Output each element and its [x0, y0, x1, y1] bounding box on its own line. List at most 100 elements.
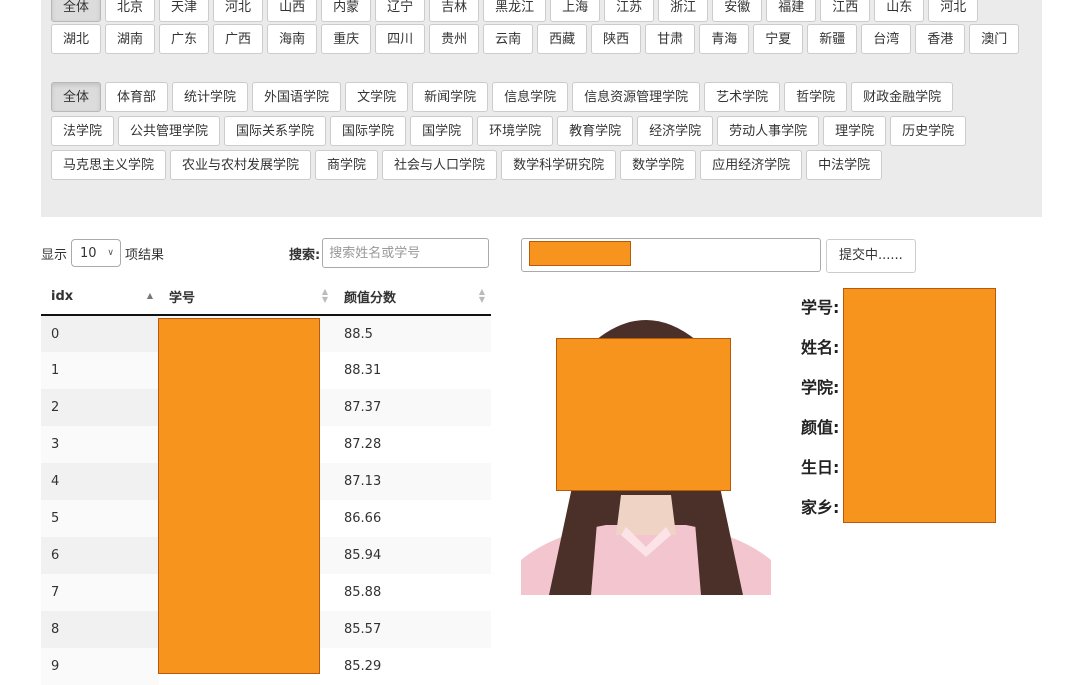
- info-label: 家乡:: [801, 498, 840, 517]
- province-filter-button[interactable]: 山东: [874, 0, 925, 22]
- province-filter-button[interactable]: 浙江: [658, 0, 709, 22]
- column-header-label: idx: [51, 288, 74, 304]
- province-filter-button[interactable]: 澳门: [969, 24, 1020, 54]
- college-filter-button[interactable]: 经济学院: [637, 116, 714, 146]
- college-filter-button[interactable]: 历史学院: [890, 116, 967, 146]
- search-label: 搜索:: [289, 247, 321, 263]
- province-filter-button[interactable]: 北京: [105, 0, 156, 22]
- search-input[interactable]: [322, 238, 490, 268]
- province-filter-button[interactable]: 吉林: [429, 0, 480, 22]
- column-header-score[interactable]: 颜值分数 ▲ ▼: [334, 278, 491, 316]
- college-filter-button[interactable]: 国际学院: [330, 116, 407, 146]
- province-filter-button[interactable]: 辽宁: [375, 0, 426, 22]
- college-filter-button[interactable]: 统计学院: [172, 82, 249, 112]
- length-prefix: 显示: [41, 247, 68, 263]
- province-filter-button[interactable]: 全体: [51, 0, 102, 22]
- college-filter-button[interactable]: 信息学院: [492, 82, 569, 112]
- province-filter-button[interactable]: 黑龙江: [483, 0, 547, 22]
- college-filter-row-3: 马克思主义学院 农业与农村发展学院 商学院 社会与人口学院 数学科学研究院 数学学院 应用经…: [51, 150, 886, 180]
- college-filter-button[interactable]: 全体: [51, 82, 102, 112]
- cell-score: 85.94: [334, 537, 491, 574]
- province-filter-button[interactable]: 云南: [483, 24, 534, 54]
- college-filter-button[interactable]: 财政金融学院: [851, 82, 954, 112]
- column-header-label: 颜值分数: [344, 290, 397, 306]
- college-filter-row-2: 法学院 公共管理学院 国际关系学院 国际学院 国学院 环境学院 教育学院 经济学院 劳动人事学院…: [51, 116, 970, 146]
- college-filter-button[interactable]: 劳动人事学院: [717, 116, 820, 146]
- college-filter-button[interactable]: 社会与人口学院: [382, 150, 498, 180]
- province-filter-button[interactable]: 青海: [699, 24, 750, 54]
- province-filter-button[interactable]: 安徽: [712, 0, 763, 22]
- province-filter-row-1: 全体 北京 天津 河北 山西 内蒙 辽宁 吉林 黑龙江 上海 江苏 浙江 安徽 福建 江西 山东 河北: [51, 0, 982, 22]
- college-filter-button[interactable]: 国际关系学院: [224, 116, 327, 146]
- province-filter-button[interactable]: 贵州: [429, 24, 480, 54]
- province-filter-button[interactable]: 陕西: [591, 24, 642, 54]
- cell-score: 88.5: [334, 315, 491, 352]
- cell-idx: 6: [41, 537, 159, 574]
- cell-score: 85.57: [334, 611, 491, 648]
- cell-idx: 1: [41, 352, 159, 389]
- cell-idx: 5: [41, 500, 159, 537]
- college-filter-button[interactable]: 理学院: [823, 116, 887, 146]
- college-filter-button[interactable]: 新闻学院: [412, 82, 489, 112]
- column-header-idx[interactable]: idx ▲: [41, 278, 159, 316]
- college-filter-button[interactable]: 体育部: [105, 82, 169, 112]
- page-length-value: 10: [80, 245, 97, 261]
- province-filter-button[interactable]: 河北: [928, 0, 979, 22]
- cell-idx: 3: [41, 426, 159, 463]
- province-filter-button[interactable]: 甘肃: [645, 24, 696, 54]
- province-filter-button[interactable]: 江西: [820, 0, 871, 22]
- college-filter-button[interactable]: 商学院: [315, 150, 379, 180]
- province-filter-button[interactable]: 广西: [213, 24, 264, 54]
- college-filter-button[interactable]: 国学院: [410, 116, 474, 146]
- college-filter-button[interactable]: 应用经济学院: [700, 150, 803, 180]
- cell-idx: 7: [41, 574, 159, 611]
- cell-idx: 8: [41, 611, 159, 648]
- province-filter-button[interactable]: 重庆: [321, 24, 372, 54]
- province-filter-button[interactable]: 台湾: [861, 24, 912, 54]
- province-filter-button[interactable]: 四川: [375, 24, 426, 54]
- college-filter-button[interactable]: 数学科学研究院: [501, 150, 617, 180]
- college-filter-button[interactable]: 文学院: [345, 82, 409, 112]
- college-filter-button[interactable]: 信息资源管理学院: [572, 82, 701, 112]
- province-filter-button[interactable]: 香港: [915, 24, 966, 54]
- province-filter-button[interactable]: 广东: [159, 24, 210, 54]
- college-filter-button[interactable]: 农业与农村发展学院: [170, 150, 312, 180]
- face-redaction: [556, 338, 731, 491]
- college-filter-button[interactable]: 教育学院: [557, 116, 634, 146]
- page-length-select[interactable]: 10 ∨: [71, 239, 122, 267]
- cell-idx: 2: [41, 389, 159, 426]
- province-filter-button[interactable]: 湖北: [51, 24, 102, 54]
- college-filter-button[interactable]: 公共管理学院: [118, 116, 221, 146]
- province-filter-button[interactable]: 福建: [766, 0, 817, 22]
- submit-button[interactable]: 提交中......: [826, 239, 916, 273]
- student-info-list: 学号: 姓名: 学院: 颜值: 生日: 家乡:: [801, 292, 839, 532]
- cell-score: 85.29: [344, 659, 382, 674]
- college-filter-button[interactable]: 外国语学院: [252, 82, 342, 112]
- college-filter-button[interactable]: 哲学院: [784, 82, 848, 112]
- province-filter-button[interactable]: 西藏: [537, 24, 588, 54]
- cell-score: 87.28: [344, 437, 382, 452]
- province-filter-button[interactable]: 江苏: [604, 0, 655, 22]
- province-filter-button[interactable]: 新疆: [807, 24, 858, 54]
- table-header-row: idx ▲ 学号 ▲ ▼ 颜值分数 ▲ ▼: [41, 278, 491, 316]
- college-filter-button[interactable]: 法学院: [51, 116, 115, 146]
- province-filter-button[interactable]: 上海: [550, 0, 601, 22]
- province-filter-button[interactable]: 湖南: [105, 24, 156, 54]
- info-label: 学院:: [801, 378, 840, 397]
- college-filter-button[interactable]: 马克思主义学院: [51, 150, 167, 180]
- province-filter-button[interactable]: 宁夏: [753, 24, 804, 54]
- sort-asc-icon: ▲: [146, 291, 153, 300]
- college-filter-button[interactable]: 艺术学院: [704, 82, 781, 112]
- column-header-student-id[interactable]: 学号 ▲ ▼: [159, 278, 334, 316]
- province-filter-button[interactable]: 山西: [267, 0, 318, 22]
- province-filter-button[interactable]: 天津: [159, 0, 210, 22]
- college-filter-button[interactable]: 数学学院: [620, 150, 697, 180]
- province-filter-button[interactable]: 河北: [213, 0, 264, 22]
- college-filter-button[interactable]: 中法学院: [806, 150, 883, 180]
- query-redaction: [529, 241, 631, 266]
- page-length-control: 显示 10 ∨ 项结果: [41, 239, 164, 267]
- province-filter-button[interactable]: 内蒙: [321, 0, 372, 22]
- college-filter-button[interactable]: 环境学院: [477, 116, 554, 146]
- sort-icon: ▲ ▼: [321, 287, 328, 304]
- province-filter-button[interactable]: 海南: [267, 24, 318, 54]
